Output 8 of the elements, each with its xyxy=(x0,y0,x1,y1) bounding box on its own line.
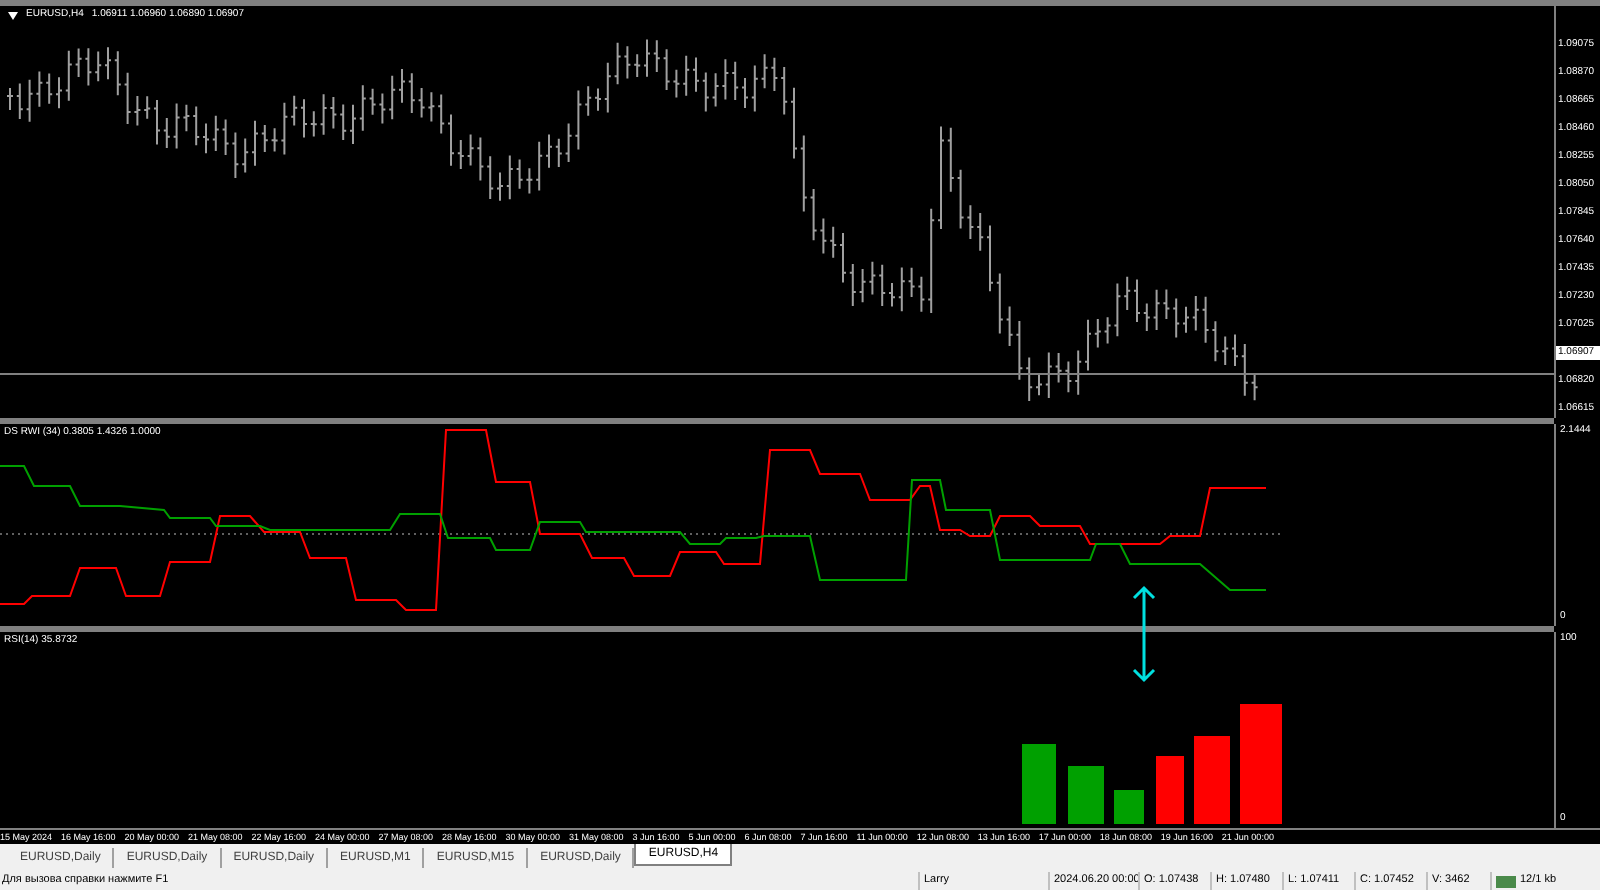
histogram-bar xyxy=(1114,790,1144,824)
dropdown-triangle-icon[interactable] xyxy=(8,11,18,19)
histogram-bar xyxy=(1022,744,1056,824)
double-arrow-icon xyxy=(1132,584,1156,684)
histogram-bar xyxy=(1068,766,1104,824)
histogram-bar xyxy=(1194,736,1230,824)
histogram-bar xyxy=(1156,756,1184,824)
histogram-bar xyxy=(1240,704,1282,824)
